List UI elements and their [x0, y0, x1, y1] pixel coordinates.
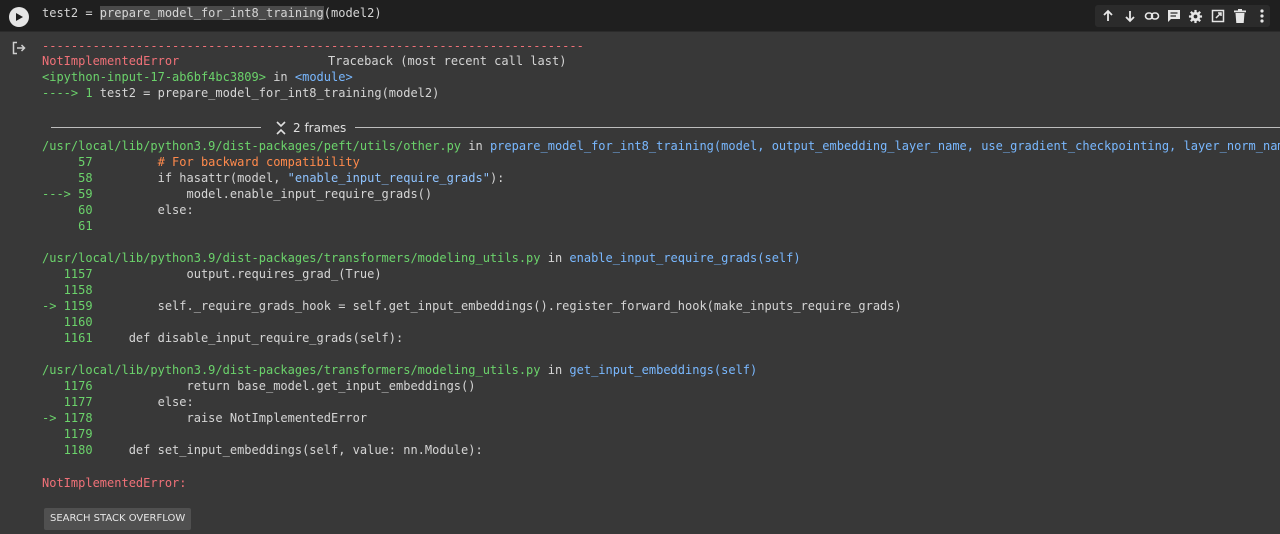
line-number: 1177 — [42, 395, 100, 409]
source-line: ---> 59 model.enable_input_require_grads… — [42, 186, 432, 202]
search-stack-overflow-button[interactable]: SEARCH STACK OVERFLOW — [44, 508, 192, 530]
source-line: 58 if hasattr(model, "enable_input_requi… — [42, 170, 504, 186]
delete-icon — [1233, 9, 1246, 23]
line-code: return base_model.get_input_embeddings() — [99, 379, 476, 393]
output-menu-icon — [12, 41, 26, 55]
arrow-line: ----> 1 test2 = prepare_model_for_int8_t… — [42, 86, 440, 100]
final-error-line: NotImplementedError: — [42, 476, 187, 490]
traceback-separator: ----------------------------------------… — [42, 39, 584, 53]
more-icon — [1259, 9, 1264, 23]
frame3-path-link[interactable]: /usr/local/lib/python3.9/dist-packages/t… — [42, 363, 541, 377]
run-cell-button[interactable] — [9, 7, 29, 27]
mirror-cell-button[interactable] — [1209, 7, 1226, 26]
line-code: raise NotImplementedError — [99, 411, 368, 425]
line-code: def disable_input_require_grads(self): — [99, 331, 404, 345]
frames-rule-left — [51, 127, 261, 128]
line-code: self._require_grads_hook = self.get_inpu… — [99, 299, 902, 313]
error-header: NotImplementedError Traceback (most recen… — [42, 53, 566, 69]
source-line: 1180 def set_input_embeddings(self, valu… — [42, 442, 483, 458]
more-actions-button[interactable] — [1253, 7, 1270, 26]
traceback-label: Traceback (most recent call last) — [328, 54, 567, 68]
source-line: 1161 def disable_input_require_grads(sel… — [42, 330, 404, 346]
code-input[interactable]: test2 = prepare_model_for_int8_training(… — [42, 6, 382, 20]
mirror-cell-icon — [1211, 9, 1225, 23]
frame1-signature: prepare_model_for_int8_training(model, o… — [489, 139, 1280, 153]
source-line: 61 — [42, 218, 100, 234]
line-number: -> 1178 — [42, 411, 100, 425]
code-suffix: (model2) — [323, 6, 382, 20]
frame2-header: /usr/local/lib/python3.9/dist-packages/t… — [42, 251, 801, 265]
source-line: 1179 — [42, 426, 100, 442]
line-number: 61 — [42, 219, 100, 233]
frame3-signature: get_input_embeddings(self) — [569, 363, 758, 377]
frames-count-label: 2 frames — [293, 121, 347, 135]
line-number: ---> 59 — [42, 187, 100, 201]
line-number: 1157 — [42, 267, 100, 281]
frame1-path-link[interactable]: /usr/local/lib/python3.9/dist-packages/p… — [42, 139, 461, 153]
play-icon — [16, 13, 23, 21]
line-number: 57 — [42, 155, 100, 169]
link-icon — [1144, 12, 1160, 20]
line-code: else: — [99, 203, 194, 217]
comment-icon — [1168, 10, 1181, 22]
line-number: 1160 — [42, 315, 100, 329]
source-line: 1160 — [42, 314, 100, 330]
arrow-down-icon — [1125, 11, 1135, 23]
line-number: -> 1159 — [42, 299, 100, 313]
cell-toolbar — [1095, 5, 1270, 27]
line-code: output.requires_grad_(True) — [99, 267, 382, 281]
frame3-header: /usr/local/lib/python3.9/dist-packages/t… — [42, 363, 758, 377]
source-line: 1158 — [42, 282, 100, 298]
source-line: 57 # For backward compatibility — [42, 154, 360, 170]
frame2-path-link[interactable]: /usr/local/lib/python3.9/dist-packages/t… — [42, 251, 541, 265]
delete-cell-button[interactable] — [1231, 7, 1248, 26]
source-line: -> 1159 self._require_grads_hook = self.… — [42, 298, 902, 314]
source-line: 1176 return base_model.get_input_embeddi… — [42, 378, 476, 394]
error-name: NotImplementedError — [42, 54, 180, 68]
frames-rule-right — [355, 127, 1280, 128]
line-code: if hasattr(model, "enable_input_require_… — [99, 171, 505, 185]
source-line: 1177 else: — [42, 394, 194, 410]
line-number: 60 — [42, 203, 100, 217]
input-reference: <ipython-input-17-ab6bf4bc3809> in <modu… — [42, 70, 353, 84]
line-code: else: — [99, 395, 194, 409]
gear-icon — [1189, 9, 1203, 23]
code-cell-header: test2 = prepare_model_for_int8_training(… — [0, 0, 1280, 32]
move-up-button[interactable] — [1100, 7, 1117, 26]
move-down-button[interactable] — [1122, 7, 1139, 26]
frame2-signature: enable_input_require_grads(self) — [569, 251, 801, 265]
code-prefix: test2 = — [42, 6, 100, 20]
arrow-up-icon — [1103, 9, 1114, 21]
code-highlight: prepare_model_for_int8_training — [99, 6, 324, 20]
line-number: 1158 — [42, 283, 100, 297]
link-button[interactable] — [1144, 7, 1161, 26]
input-ref-link[interactable]: <ipython-input-17-ab6bf4bc3809> — [42, 70, 266, 84]
comment-button[interactable] — [1166, 7, 1183, 26]
line-number: 1180 — [42, 443, 100, 457]
line-code: model.enable_input_require_grads() — [99, 187, 433, 201]
line-number: 1179 — [42, 427, 100, 441]
line-number: 1161 — [42, 331, 100, 345]
line-number: 1176 — [42, 379, 100, 393]
source-line: -> 1178 raise NotImplementedError — [42, 410, 367, 426]
frame1-header: /usr/local/lib/python3.9/dist-packages/p… — [42, 138, 1280, 154]
line-number: 58 — [42, 171, 100, 185]
settings-button[interactable] — [1188, 7, 1205, 26]
module-name: <module> — [294, 70, 353, 84]
source-line: 60 else: — [42, 202, 194, 218]
line-code: # For backward compatibility — [99, 155, 360, 169]
source-line: 1157 output.requires_grad_(True) — [42, 266, 382, 282]
output-actions-button[interactable] — [12, 40, 26, 59]
frames-toggle-button[interactable]: 2 frames — [275, 120, 346, 136]
frames-collapse-row: 2 frames — [51, 120, 1280, 136]
line-code: def set_input_embeddings(self, value: nn… — [99, 443, 483, 457]
collapse-chevron-icon — [276, 121, 286, 135]
